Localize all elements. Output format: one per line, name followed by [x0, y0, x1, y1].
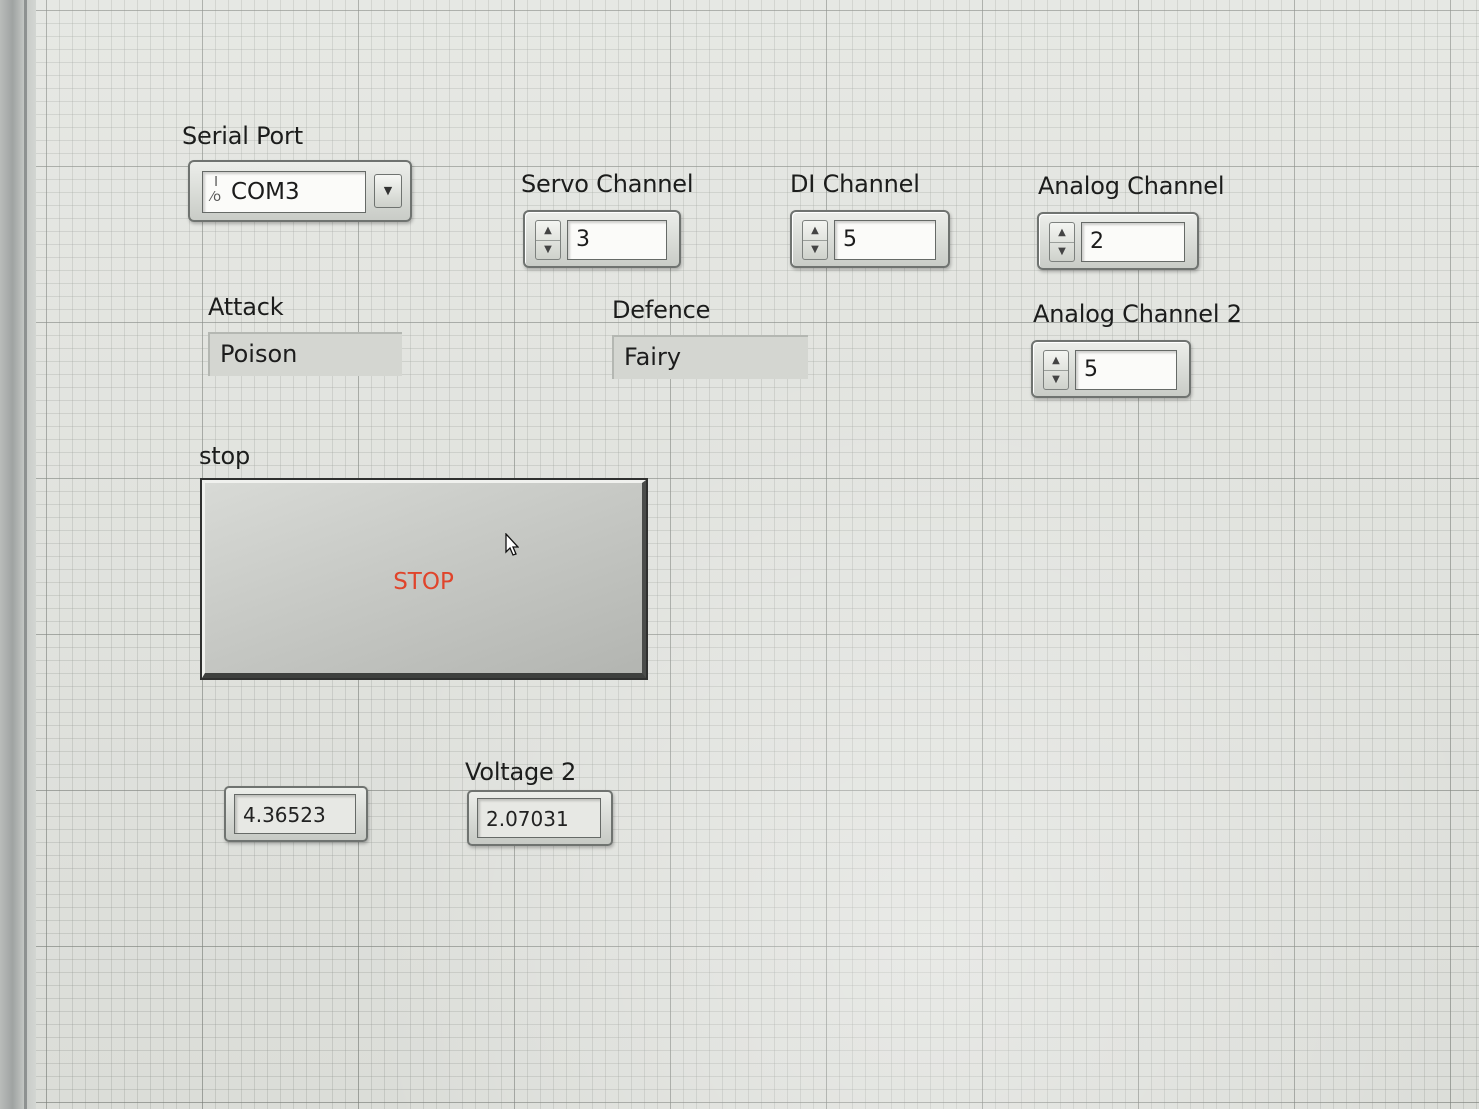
stop-button[interactable]: STOP — [202, 480, 646, 678]
servo-channel-control[interactable]: ▲ ▼ 3 — [523, 210, 681, 268]
servo-channel-label: Servo Channel — [521, 170, 694, 198]
analog-channel-label: Analog Channel — [1038, 172, 1225, 200]
increment-arrow-icon[interactable]: ▲ — [1044, 351, 1068, 371]
analog-channel-2-spinner[interactable]: ▲ ▼ — [1043, 350, 1069, 390]
decrement-arrow-icon[interactable]: ▼ — [803, 240, 827, 259]
analog-channel-2-control[interactable]: ▲ ▼ 5 — [1031, 340, 1191, 398]
analog-channel-control[interactable]: ▲ ▼ 2 — [1037, 212, 1199, 270]
analog-channel-2-label: Analog Channel 2 — [1033, 300, 1242, 328]
monitor-bezel — [0, 0, 36, 1109]
di-channel-field[interactable]: 5 — [834, 220, 936, 260]
mouse-pointer-icon — [505, 533, 519, 556]
attack-indicator: Poison — [208, 332, 402, 376]
dropdown-arrow-icon[interactable]: ▼ — [374, 174, 402, 208]
decrement-arrow-icon[interactable]: ▼ — [1050, 242, 1074, 261]
servo-channel-spinner[interactable]: ▲ ▼ — [535, 220, 561, 260]
serial-port-label: Serial Port — [182, 122, 303, 150]
window-edge — [24, 0, 27, 1109]
defence-label: Defence — [612, 296, 711, 324]
voltage-value: 4.36523 — [234, 794, 356, 834]
servo-channel-field[interactable]: 3 — [567, 220, 667, 260]
increment-arrow-icon[interactable]: ▲ — [1050, 223, 1074, 243]
serial-port-field[interactable]: I ⁄o COM3 — [202, 171, 366, 213]
decrement-arrow-icon[interactable]: ▼ — [1044, 370, 1068, 389]
stop-button-text: STOP — [393, 569, 454, 595]
increment-arrow-icon[interactable]: ▲ — [803, 221, 827, 241]
analog-channel-field[interactable]: 2 — [1081, 222, 1185, 262]
voltage-2-value: 2.07031 — [477, 798, 601, 838]
serial-port-control[interactable]: I ⁄o COM3 ▼ — [188, 160, 412, 222]
di-channel-label: DI Channel — [790, 170, 920, 198]
decrement-arrow-icon[interactable]: ▼ — [536, 240, 560, 259]
increment-arrow-icon[interactable]: ▲ — [536, 221, 560, 241]
voltage-2-label: Voltage 2 — [465, 758, 577, 786]
voltage-2-indicator: 2.07031 — [467, 790, 613, 846]
di-channel-spinner[interactable]: ▲ ▼ — [802, 220, 828, 260]
visa-resource-icon: I ⁄o — [210, 175, 222, 205]
attack-label: Attack — [208, 293, 284, 321]
defence-indicator: Fairy — [612, 335, 808, 379]
di-channel-control[interactable]: ▲ ▼ 5 — [790, 210, 950, 268]
stop-label: stop — [199, 442, 251, 470]
voltage-indicator: 4.36523 — [224, 786, 368, 842]
analog-channel-2-field[interactable]: 5 — [1075, 350, 1177, 390]
serial-port-value: COM3 — [231, 179, 300, 205]
analog-channel-spinner[interactable]: ▲ ▼ — [1049, 222, 1075, 262]
